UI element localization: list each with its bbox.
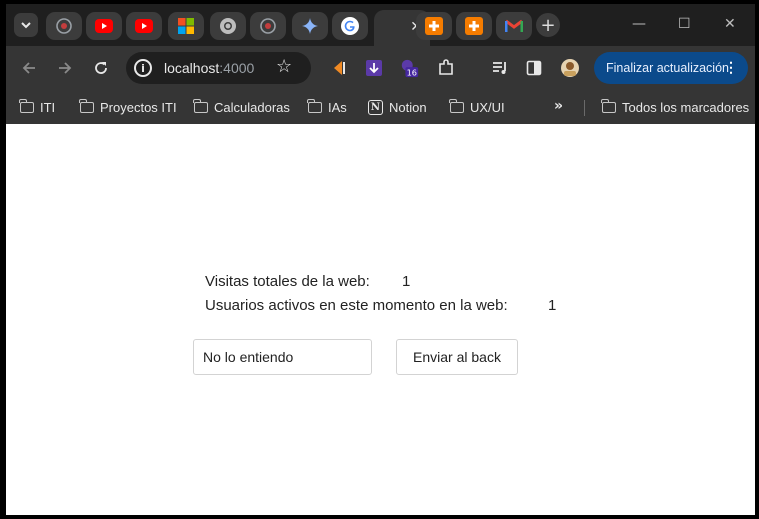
media-queue-icon xyxy=(493,62,506,74)
active-users-value: 1 xyxy=(548,297,557,314)
send-to-back-button[interactable]: Enviar al back xyxy=(396,339,518,375)
page-content: Visitas totales de la web: 1 Usuarios ac… xyxy=(6,124,755,515)
bookmark-notion[interactable]: N Notion xyxy=(368,98,427,116)
total-visits-value: 1 xyxy=(402,273,411,290)
microsoft-icon xyxy=(178,18,194,34)
screen-frame: ✕ + — ☐ ✕ i localhost:4000 ☆ xyxy=(0,0,759,519)
download-icon xyxy=(366,60,382,76)
address-bar[interactable]: i localhost:4000 ☆ xyxy=(126,52,311,84)
plus-icon: + xyxy=(540,14,556,36)
bookmarks-divider xyxy=(584,100,585,116)
minimize-button[interactable]: — xyxy=(632,16,646,32)
youtube-icon xyxy=(95,19,113,33)
reload-button[interactable] xyxy=(90,57,112,79)
gmail-icon xyxy=(505,19,523,32)
extension-arrow-icon xyxy=(334,61,345,75)
tab-youtube-2[interactable] xyxy=(126,12,162,40)
stats-block: Visitas totales de la web: 1 Usuarios ac… xyxy=(205,270,556,318)
youtube-icon xyxy=(135,19,153,33)
forward-button[interactable] xyxy=(54,57,76,79)
tab-microsoft[interactable] xyxy=(168,12,204,40)
gemini-icon xyxy=(302,18,318,34)
folder-icon xyxy=(193,98,208,113)
avatar-icon xyxy=(561,59,579,77)
media-button[interactable] xyxy=(490,58,510,78)
side-panel-button[interactable] xyxy=(524,58,544,78)
extension-download[interactable] xyxy=(364,58,384,78)
bookmark-label: ITI xyxy=(40,99,56,115)
folder-icon xyxy=(601,98,616,113)
bookmark-label: Calculadoras xyxy=(214,99,290,115)
more-vert-icon[interactable]: ⋮ xyxy=(724,59,738,76)
bookmark-calculadoras[interactable]: Calculadoras xyxy=(193,98,290,116)
tab-strip: ✕ + — ☐ ✕ xyxy=(6,4,755,46)
total-visits-label: Visitas totales de la web: xyxy=(205,273,370,290)
arrow-right-icon xyxy=(59,62,72,74)
puzzle-badge-icon: 16 xyxy=(401,59,419,77)
site-info-icon[interactable]: i xyxy=(134,59,152,77)
browser-window: ✕ + — ☐ ✕ i localhost:4000 ☆ xyxy=(6,4,755,515)
tab-search-button[interactable] xyxy=(14,13,38,37)
bookmark-ias[interactable]: IAs xyxy=(307,98,347,116)
active-users-row: Usuarios activos en este momento en la w… xyxy=(205,294,556,318)
folder-icon xyxy=(19,98,34,113)
puzzle-icon xyxy=(439,59,453,75)
loader-icon xyxy=(260,18,276,34)
close-window-button[interactable]: ✕ xyxy=(724,16,736,32)
loader-icon xyxy=(56,18,72,34)
total-visits-row: Visitas totales de la web: 1 xyxy=(205,270,508,294)
profile-avatar[interactable] xyxy=(560,58,580,78)
new-tab-button[interactable]: + xyxy=(536,13,560,37)
message-input[interactable] xyxy=(193,339,372,375)
tab-gmail[interactable] xyxy=(496,12,532,40)
plus-app-icon xyxy=(465,17,483,35)
browser-toolbar: i localhost:4000 ☆ 16 Finalizar actualiz… xyxy=(6,46,755,90)
tab-loader-2[interactable] xyxy=(250,12,286,40)
tab-plus-app-2[interactable] xyxy=(456,12,492,40)
notion-icon: N xyxy=(368,99,383,115)
bookmark-label: Todos los marcadores xyxy=(622,99,750,115)
address-text: localhost:4000 xyxy=(164,60,254,76)
folder-icon xyxy=(449,98,464,113)
side-panel-icon xyxy=(526,60,542,76)
tab-loader-1[interactable] xyxy=(46,12,82,40)
finish-update-button[interactable]: Finalizar actualización ⋮ xyxy=(594,52,748,84)
bookmark-label: Notion xyxy=(389,99,427,115)
arrow-left-icon xyxy=(22,62,35,74)
bookmark-iti[interactable]: ITI xyxy=(19,98,56,116)
extension-badge[interactable]: 16 xyxy=(400,58,420,78)
svg-text:16: 16 xyxy=(407,67,417,77)
bookmark-label: UX/UI xyxy=(470,99,505,115)
tab-google[interactable] xyxy=(332,12,368,40)
tab-plus-app-1[interactable] xyxy=(416,12,452,40)
chevron-down-icon xyxy=(21,22,31,29)
extension-loader[interactable] xyxy=(328,58,348,78)
bookmarks-bar: ITI Proyectos ITI Calculadoras IAs N Noti… xyxy=(6,90,755,124)
chrome-icon xyxy=(220,18,236,34)
address-port: :4000 xyxy=(219,60,255,76)
tab-gemini[interactable] xyxy=(292,12,328,40)
plus-app-icon xyxy=(425,17,443,35)
bookmark-star-icon[interactable]: ☆ xyxy=(276,56,292,77)
bookmark-label: Proyectos ITI xyxy=(100,99,177,115)
address-host: localhost xyxy=(164,60,220,76)
bookmark-all[interactable]: Todos los marcadores xyxy=(601,98,750,116)
extensions-button[interactable] xyxy=(436,58,456,78)
more-bookmarks-chevron-icon[interactable]: » xyxy=(554,98,563,114)
folder-icon xyxy=(79,98,94,113)
active-users-label: Usuarios activos en este momento en la w… xyxy=(205,297,508,314)
tab-youtube-1[interactable] xyxy=(86,12,122,40)
bookmark-proyectos-iti[interactable]: Proyectos ITI xyxy=(79,98,177,116)
back-button[interactable] xyxy=(18,57,40,79)
folder-icon xyxy=(307,98,322,113)
reload-icon xyxy=(95,62,107,74)
bookmark-ux-ui[interactable]: UX/UI xyxy=(449,98,505,116)
google-icon xyxy=(341,17,359,35)
tab-chrome[interactable] xyxy=(210,12,246,40)
bookmark-label: IAs xyxy=(328,99,347,115)
maximize-button[interactable]: ☐ xyxy=(678,16,691,32)
finish-update-label: Finalizar actualización xyxy=(606,61,729,75)
